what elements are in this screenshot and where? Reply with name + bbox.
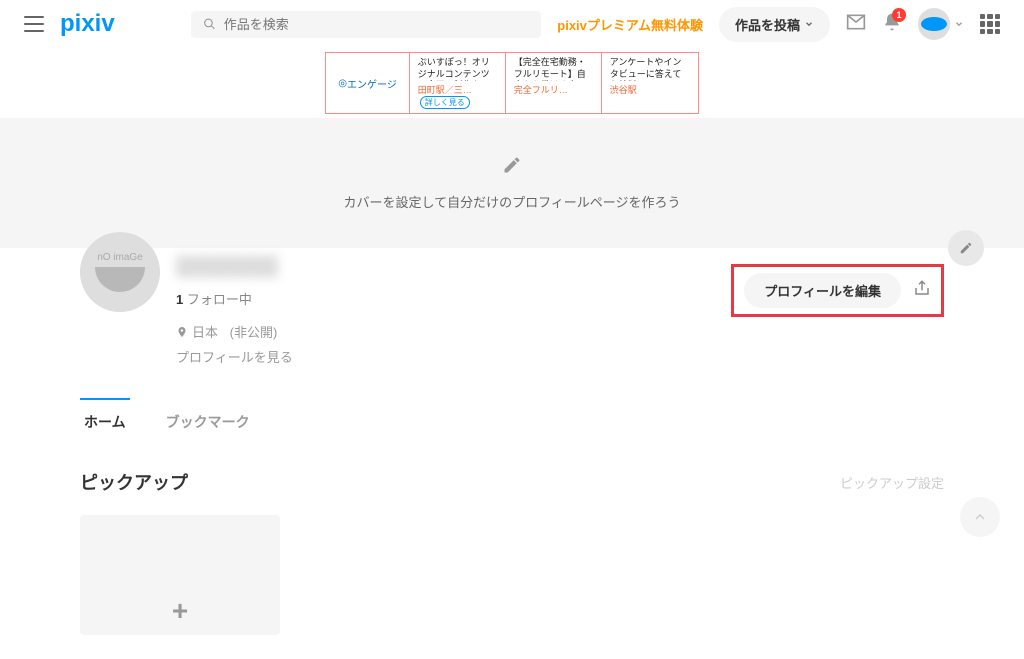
avatar-noimage-text: nO imaGe bbox=[97, 252, 143, 263]
post-button-label: 作品を投稿 bbox=[735, 15, 800, 34]
ad-item[interactable]: 【完全在宅勤務・フルリモート】自宅から働ける事… 完全フルリ… bbox=[506, 53, 602, 113]
follow-count[interactable]: 1 フォロー中 bbox=[176, 289, 293, 308]
highlight-annotation: プロフィールを編集 bbox=[731, 264, 944, 317]
premium-link[interactable]: pixivプレミアム無料体験 bbox=[557, 15, 703, 34]
pencil-icon bbox=[502, 155, 522, 180]
avatar-small-icon bbox=[918, 8, 950, 40]
edit-cover-fab[interactable] bbox=[948, 230, 984, 266]
view-profile-link[interactable]: プロフィールを見る bbox=[176, 347, 293, 366]
ad-item[interactable]: アンケートやインタビューに答えてお給料Get！1…ⓘ✕ 渋谷駅 bbox=[602, 53, 698, 113]
chevron-down-icon bbox=[804, 19, 814, 29]
location-pin-icon bbox=[176, 326, 188, 338]
cover-section[interactable]: カバーを設定して自分だけのプロフィールページを作ろう bbox=[0, 118, 1024, 248]
chevron-down-icon bbox=[954, 19, 964, 29]
location: 日本 (非公開) bbox=[176, 322, 293, 341]
avatar[interactable]: nO imaGe bbox=[80, 232, 160, 312]
profile-tabs: ホーム ブックマーク bbox=[80, 398, 944, 445]
search-box[interactable] bbox=[191, 11, 542, 38]
tab-bookmarks[interactable]: ブックマーク bbox=[162, 398, 254, 444]
menu-icon[interactable] bbox=[24, 16, 44, 32]
apps-grid-icon[interactable] bbox=[980, 14, 1000, 34]
ad-banner: ◎エンゲージ ぷいすぽっ！オリジナルコンテンツの企画・制作を… 田町駅／三…詳し… bbox=[0, 48, 1024, 118]
post-button[interactable]: 作品を投稿 bbox=[719, 7, 830, 42]
avatar-menu[interactable] bbox=[918, 8, 964, 40]
scroll-top-button[interactable] bbox=[960, 497, 1000, 537]
share-icon[interactable] bbox=[913, 279, 931, 302]
notification-badge: 1 bbox=[892, 8, 906, 22]
cover-message: カバーを設定して自分だけのプロフィールページを作ろう bbox=[343, 192, 680, 211]
tab-home[interactable]: ホーム bbox=[80, 398, 130, 444]
pickup-add-card[interactable]: + bbox=[80, 515, 280, 635]
plus-icon: + bbox=[172, 595, 188, 627]
edit-profile-button[interactable]: プロフィールを編集 bbox=[744, 273, 901, 308]
arrow-up-icon bbox=[972, 509, 988, 525]
ad-item[interactable]: ぷいすぽっ！オリジナルコンテンツの企画・制作を… 田町駅／三…詳しく見る bbox=[410, 53, 506, 113]
ad-brand[interactable]: ◎エンゲージ bbox=[326, 53, 410, 113]
pickup-title: ピックアップ bbox=[80, 469, 188, 495]
search-input[interactable] bbox=[224, 17, 529, 32]
notifications-icon[interactable]: 1 bbox=[882, 12, 902, 37]
search-icon bbox=[203, 17, 216, 31]
logo[interactable]: pixiv bbox=[60, 10, 115, 38]
messages-icon[interactable] bbox=[846, 12, 866, 37]
pickup-settings-link[interactable]: ピックアップ設定 bbox=[840, 473, 944, 492]
username: ████████ bbox=[176, 256, 293, 277]
